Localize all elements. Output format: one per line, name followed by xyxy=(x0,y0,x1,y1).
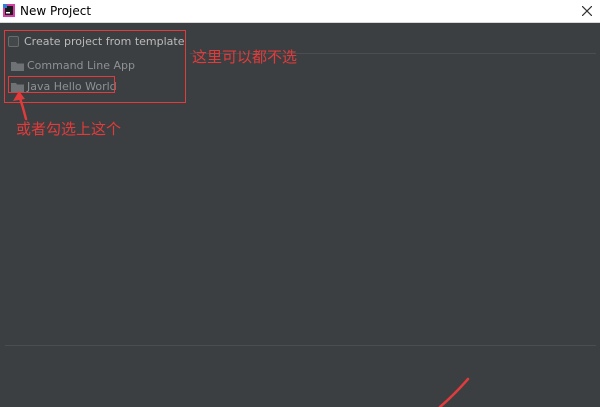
close-button[interactable] xyxy=(576,1,598,21)
annotation-arrow-partial xyxy=(438,377,470,407)
window-titlebar: New Project xyxy=(0,0,600,23)
intellij-idea-icon xyxy=(3,4,15,17)
window-title: New Project xyxy=(20,4,92,18)
annotation-arrow-up xyxy=(13,91,28,121)
close-icon xyxy=(582,6,592,16)
annotation-arrow-overlay xyxy=(13,91,470,407)
new-project-panel: Create project from template Command Lin… xyxy=(0,23,600,407)
